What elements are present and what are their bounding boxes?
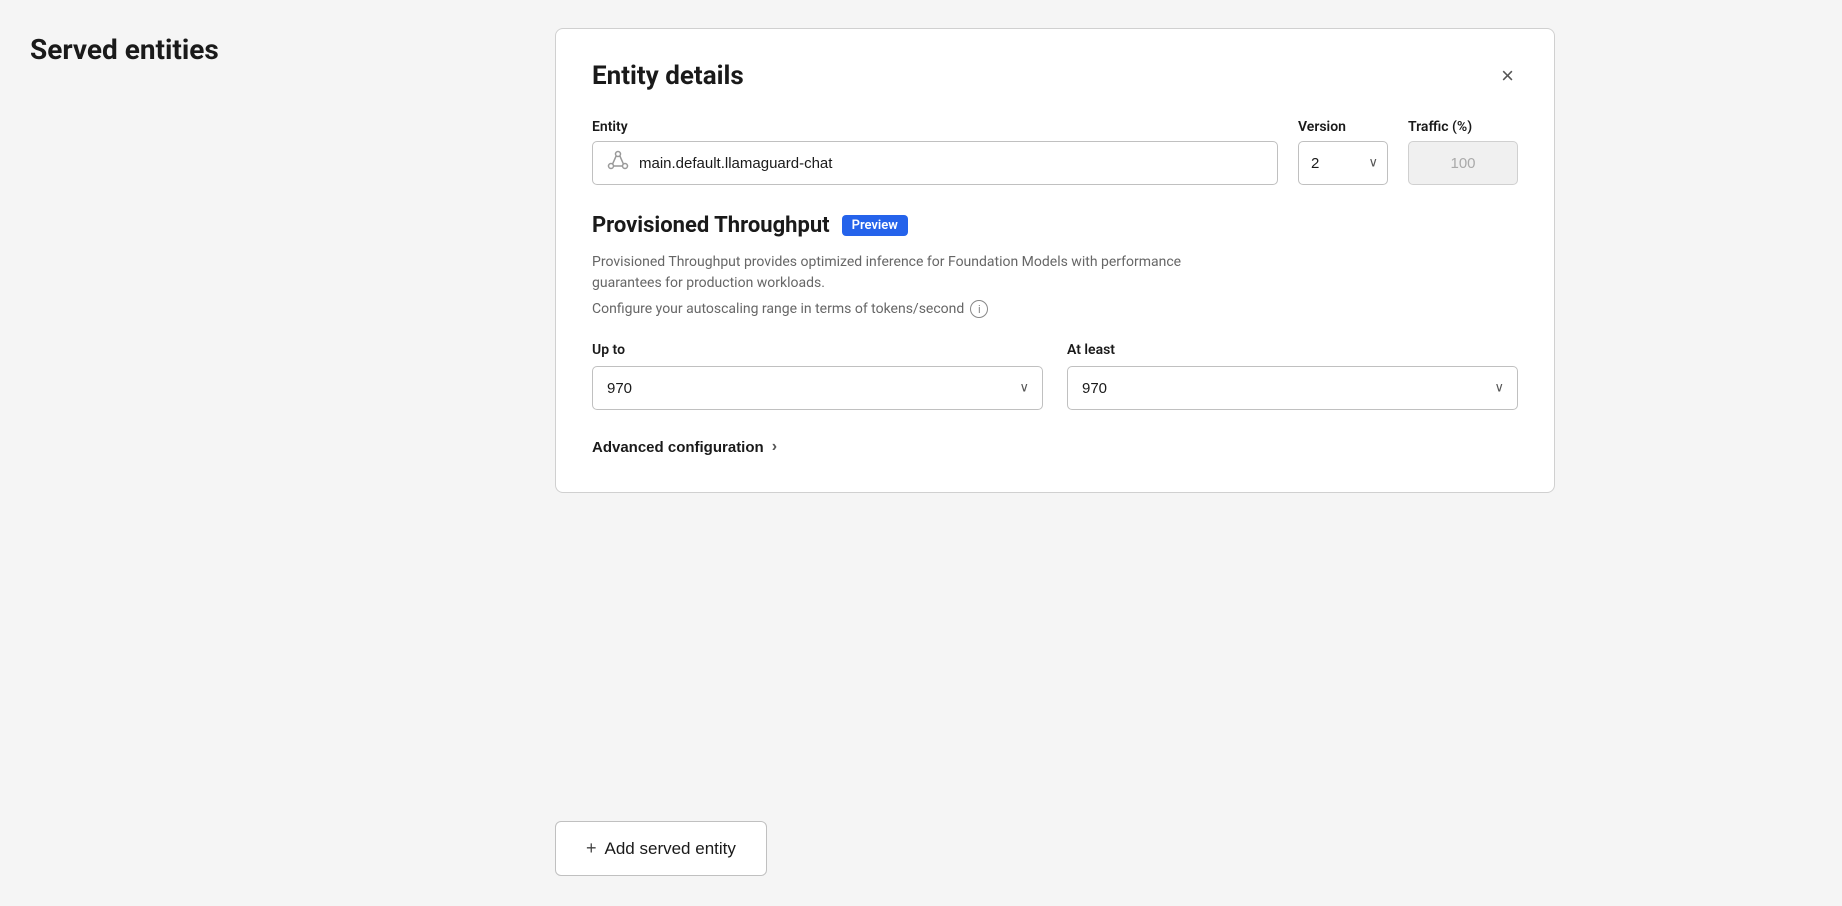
up-to-select[interactable]: 970 1000 500 (592, 366, 1043, 410)
close-button[interactable]: × (1497, 61, 1518, 91)
description-line1: Provisioned Throughput provides optimize… (592, 252, 1518, 294)
version-label: Version (1298, 119, 1388, 135)
entity-icon (607, 150, 629, 177)
up-to-field: Up to 970 1000 500 (592, 342, 1043, 410)
add-entity-label: Add served entity (605, 839, 736, 859)
advanced-configuration-button[interactable]: Advanced configuration › (592, 438, 777, 456)
at-least-field: At least 970 1000 500 (1067, 342, 1518, 410)
entity-row: Entity Version (592, 119, 1518, 185)
entity-details-modal: Entity details × Entity (555, 28, 1555, 493)
add-served-entity-button[interactable]: + Add served entity (555, 821, 767, 876)
entity-input-wrapper (592, 141, 1278, 185)
modal-title: Entity details (592, 61, 744, 91)
entity-input[interactable] (639, 155, 1263, 172)
up-to-label: Up to (592, 342, 1043, 358)
chevron-right-icon: › (772, 438, 777, 456)
throughput-row: Up to 970 1000 500 At least 970 1000 500 (592, 342, 1518, 410)
info-icon[interactable]: i (970, 300, 988, 318)
entity-field-group: Entity (592, 119, 1278, 185)
entity-label: Entity (592, 119, 1278, 135)
at-least-label: At least (1067, 342, 1518, 358)
modal-header: Entity details × (592, 61, 1518, 91)
traffic-input (1408, 141, 1518, 185)
version-field-group: Version 1 2 3 (1298, 119, 1388, 185)
autoscaling-note: Configure your autoscaling range in term… (592, 300, 1518, 318)
provisioned-throughput-heading: Provisioned Throughput Preview (592, 213, 1518, 238)
preview-badge: Preview (842, 215, 908, 236)
at-least-select[interactable]: 970 1000 500 (1067, 366, 1518, 410)
provisioned-title: Provisioned Throughput (592, 213, 830, 238)
traffic-label: Traffic (%) (1408, 119, 1518, 135)
page-title: Served entities (30, 33, 219, 66)
advanced-config-label: Advanced configuration (592, 439, 764, 456)
plus-icon: + (586, 838, 597, 859)
traffic-field-group: Traffic (%) (1408, 119, 1518, 185)
up-to-select-wrapper: 970 1000 500 (592, 366, 1043, 410)
version-select[interactable]: 1 2 3 (1298, 141, 1388, 185)
at-least-select-wrapper: 970 1000 500 (1067, 366, 1518, 410)
version-select-wrapper: 1 2 3 (1298, 141, 1388, 185)
